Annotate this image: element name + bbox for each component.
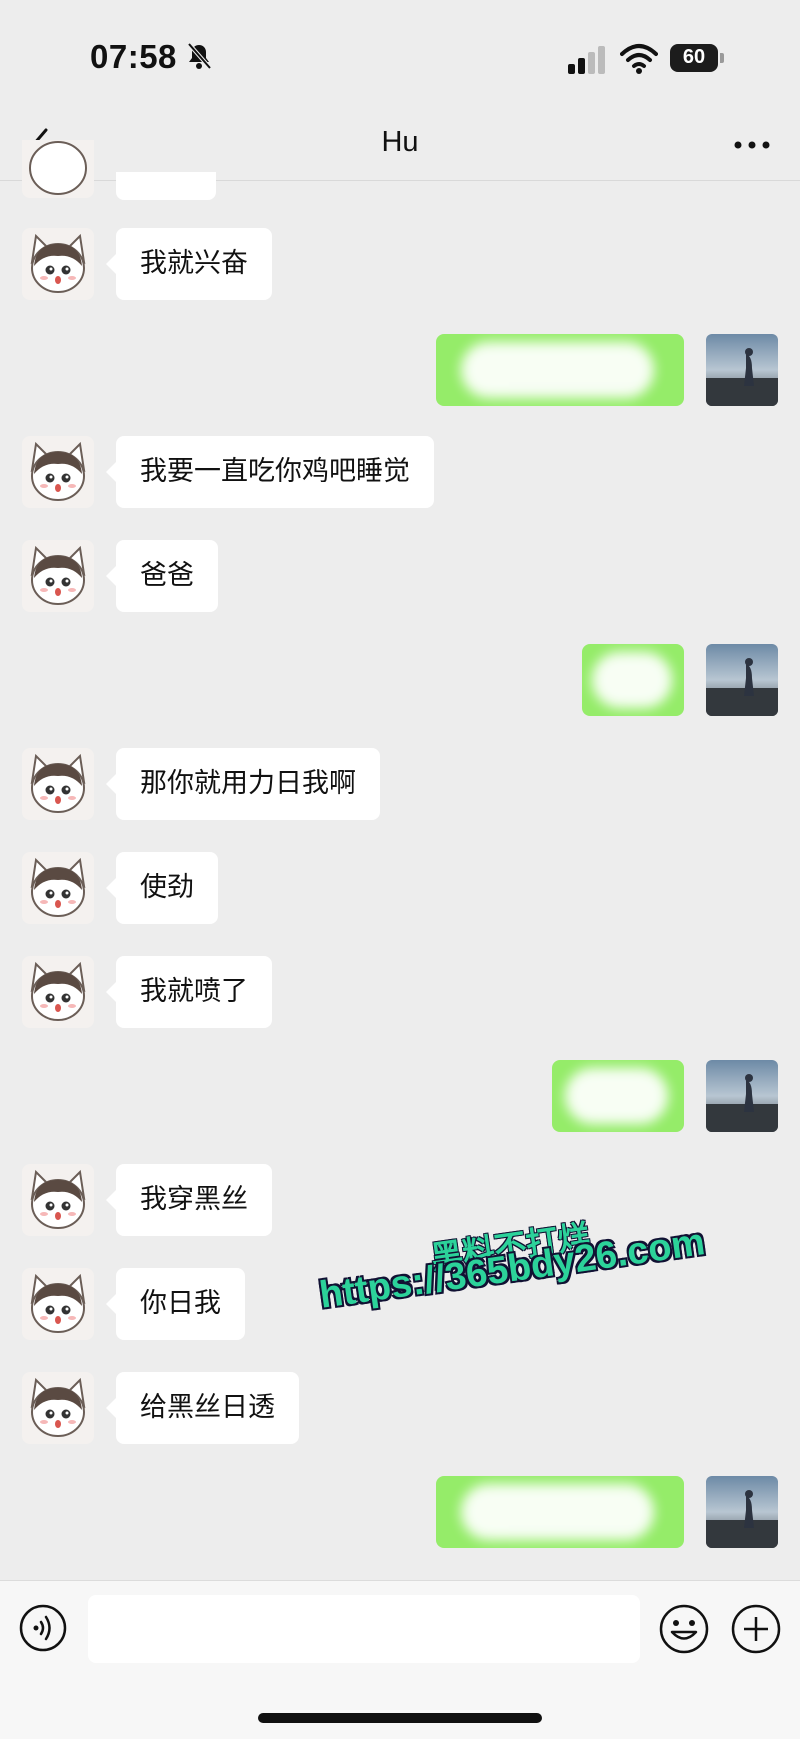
message-input[interactable] — [88, 1595, 640, 1663]
home-indicator[interactable] — [258, 1713, 542, 1723]
contact-avatar[interactable] — [22, 140, 94, 198]
message-text: 给黑丝日透 — [140, 1392, 275, 1423]
message-bubble-received[interactable]: 你日我 — [106, 1268, 245, 1340]
contact-avatar[interactable] — [22, 852, 94, 924]
message-text: 你日我 — [140, 1288, 221, 1319]
contact-avatar[interactable] — [22, 228, 94, 300]
emoji-icon[interactable] — [658, 1603, 710, 1655]
message-bubble-received[interactable]: 我穿黑丝 — [106, 1164, 272, 1236]
message-bubble-sent[interactable] — [436, 1476, 684, 1548]
self-avatar[interactable] — [706, 1476, 778, 1548]
self-avatar[interactable] — [706, 1060, 778, 1132]
message-bubble-received[interactable]: 我就喷了 — [106, 956, 272, 1028]
message-bubble-received[interactable]: 我要一直吃你鸡吧睡觉 — [106, 436, 434, 508]
battery-indicator: 60 — [670, 44, 724, 72]
self-avatar[interactable] — [706, 644, 778, 716]
message-bubble-received[interactable]: 那你就用力日我啊 — [106, 748, 380, 820]
contact-avatar[interactable] — [22, 540, 94, 612]
signal-icon — [568, 46, 605, 74]
self-avatar[interactable] — [706, 334, 778, 406]
status-bar: 07:58 60 — [0, 0, 800, 110]
message-text: 我就喷了 — [140, 976, 248, 1007]
contact-avatar[interactable] — [22, 956, 94, 1028]
status-time: 07:58 — [90, 38, 177, 75]
contact-avatar[interactable] — [22, 1372, 94, 1444]
voice-icon[interactable] — [18, 1603, 68, 1653]
message-bubble-received[interactable]: 我就兴奋 — [106, 228, 272, 300]
redaction-overlay — [461, 1484, 654, 1540]
message-text: 我就兴奋 — [140, 248, 248, 279]
message-bubble-received[interactable]: 给黑丝日透 — [106, 1372, 299, 1444]
contact-avatar[interactable] — [22, 748, 94, 820]
message-bubble-partial — [116, 172, 216, 200]
contact-avatar[interactable] — [22, 1268, 94, 1340]
message-text: 我穿黑丝 — [140, 1184, 248, 1215]
message-bubble-sent[interactable] — [552, 1060, 684, 1132]
message-text: 爸爸 — [140, 560, 194, 591]
chat-header: Hu — [0, 110, 800, 181]
message-bubble-sent[interactable] — [582, 644, 684, 716]
contact-avatar[interactable] — [22, 436, 94, 508]
message-bubble-received[interactable]: 使劲 — [106, 852, 218, 924]
redaction-overlay — [592, 652, 672, 708]
contact-avatar[interactable] — [22, 1164, 94, 1236]
message-text: 我要一直吃你鸡吧睡觉 — [140, 456, 410, 487]
message-bubble-sent[interactable] — [436, 334, 684, 406]
message-text: 那你就用力日我啊 — [140, 768, 356, 799]
chat-title: Hu — [381, 126, 419, 158]
battery-level: 60 — [682, 46, 706, 68]
bell-slash-icon — [187, 42, 212, 70]
plus-icon[interactable] — [730, 1603, 782, 1655]
wifi-icon — [620, 44, 658, 74]
more-dots-icon[interactable] — [730, 130, 774, 160]
redaction-overlay — [461, 342, 654, 398]
message-bubble-received[interactable]: 爸爸 — [106, 540, 218, 612]
message-text: 使劲 — [140, 872, 194, 903]
redaction-overlay — [565, 1068, 668, 1124]
